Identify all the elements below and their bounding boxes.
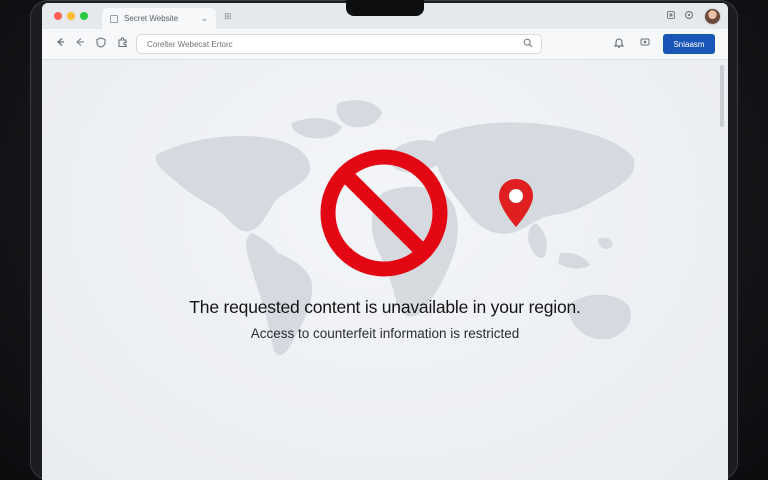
camera-notch bbox=[346, 0, 424, 16]
profile-avatar[interactable] bbox=[704, 8, 721, 25]
forward-icon[interactable] bbox=[75, 37, 85, 50]
sign-in-button[interactable]: Sniaasm bbox=[663, 34, 715, 54]
address-input[interactable] bbox=[145, 38, 523, 50]
search-icon[interactable] bbox=[523, 38, 533, 51]
tab-favicon-icon bbox=[110, 14, 118, 23]
new-tab-icon[interactable]: ⊞ bbox=[224, 11, 232, 22]
settings-icon[interactable] bbox=[684, 10, 694, 22]
extension-icon[interactable] bbox=[666, 10, 676, 22]
error-headline: The requested content is unavailable in … bbox=[189, 297, 581, 317]
active-tab[interactable]: Secret Website ⌄ bbox=[102, 8, 216, 29]
tab-dropdown-icon[interactable]: ⌄ bbox=[200, 13, 208, 24]
address-bar[interactable] bbox=[136, 34, 542, 54]
minimize-window-button[interactable] bbox=[67, 12, 75, 20]
account-icon[interactable] bbox=[640, 37, 650, 49]
back-icon[interactable] bbox=[55, 37, 65, 50]
prohibited-icon bbox=[320, 149, 448, 277]
puzzle-icon[interactable] bbox=[117, 37, 128, 51]
location-pin-icon bbox=[499, 179, 533, 227]
tab-title: Secret Website bbox=[124, 14, 179, 23]
shield-icon[interactable] bbox=[96, 37, 106, 51]
scrollbar-thumb[interactable] bbox=[720, 65, 724, 127]
navigation-toolbar: Sniaasm bbox=[42, 29, 728, 60]
maximize-window-button[interactable] bbox=[80, 12, 88, 20]
close-window-button[interactable] bbox=[54, 12, 62, 20]
error-subline: Access to counterfeit information is res… bbox=[250, 326, 520, 341]
browser-window: Secret Website ⌄ ⊞ Corelter Webecat Erto… bbox=[42, 3, 728, 480]
bell-icon[interactable] bbox=[613, 37, 625, 51]
